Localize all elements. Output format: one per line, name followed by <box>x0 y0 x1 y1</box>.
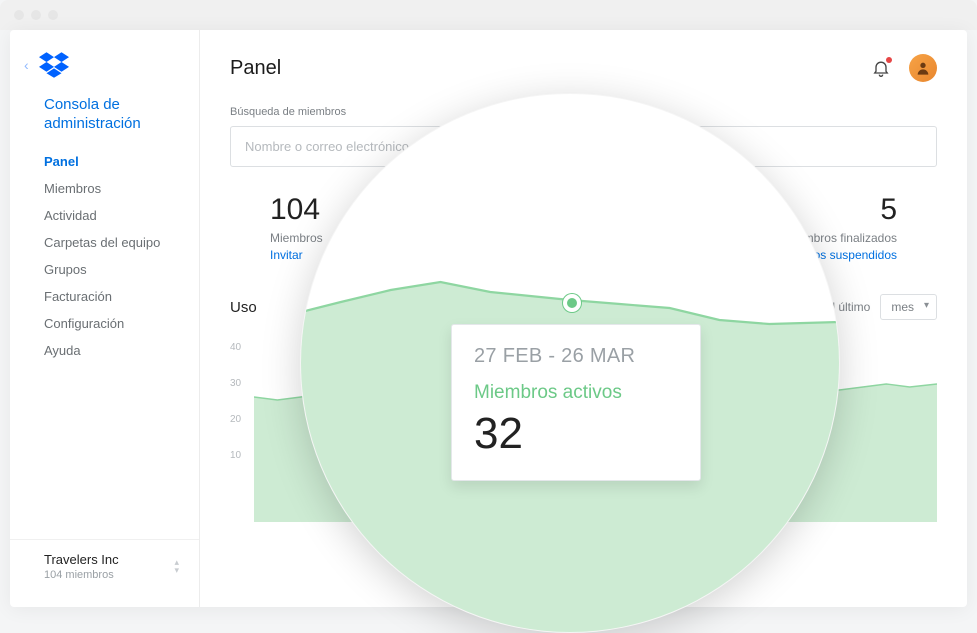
sidebar-item-panel[interactable]: Panel <box>10 148 199 175</box>
team-picker[interactable]: Travelers Inc 104 miembros ▴▾ <box>10 539 199 593</box>
sidebar-item-actividad[interactable]: Actividad <box>10 202 199 229</box>
sidebar-item-configuracion[interactable]: Configuración <box>10 310 199 337</box>
notification-dot-icon <box>886 57 892 63</box>
sidebar-nav: Panel Miembros Actividad Carpetas del eq… <box>10 148 199 364</box>
usage-title: Uso <box>230 299 257 316</box>
team-name: Travelers Inc <box>44 552 119 567</box>
y-tick: 20 <box>230 414 241 425</box>
back-chevron-icon[interactable]: ‹ <box>24 57 29 73</box>
tooltip-label: Miembros activos <box>474 382 678 404</box>
sidebar-item-grupos[interactable]: Grupos <box>10 256 199 283</box>
period-select[interactable]: mes <box>880 294 937 320</box>
sidebar-item-miembros[interactable]: Miembros <box>10 175 199 202</box>
chart-tooltip: 27 FEB - 26 MAR Miembros activos 32 <box>451 324 701 481</box>
window-dot <box>14 10 24 20</box>
tooltip-value: 32 <box>474 412 678 456</box>
invite-link[interactable]: Invitar <box>270 248 303 262</box>
team-sub: 104 miembros <box>44 569 119 581</box>
zoom-lens: 27 FEB - 26 MAR Miembros activos 32 <box>300 93 840 633</box>
avatar[interactable] <box>909 54 937 82</box>
chart-point-marker <box>563 294 581 312</box>
browser-chrome <box>0 0 977 30</box>
window-dot <box>48 10 58 20</box>
page-title: Panel <box>230 57 281 80</box>
window-dot <box>31 10 41 20</box>
sort-chevrons-icon: ▴▾ <box>174 559 179 574</box>
sidebar-item-ayuda[interactable]: Ayuda <box>10 337 199 364</box>
dropbox-logo-icon <box>39 52 69 78</box>
y-tick: 30 <box>230 378 241 389</box>
y-tick: 40 <box>230 342 241 353</box>
tooltip-date: 27 FEB - 26 MAR <box>474 345 678 368</box>
notifications-button[interactable] <box>871 58 891 78</box>
console-title: Consola de administración <box>10 96 199 134</box>
y-tick: 10 <box>230 450 241 461</box>
person-icon <box>915 60 931 76</box>
sidebar-item-facturacion[interactable]: Facturación <box>10 283 199 310</box>
sidebar-item-carpetas[interactable]: Carpetas del equipo <box>10 229 199 256</box>
sidebar: ‹ Consola de administración Panel Miembr… <box>10 30 200 607</box>
